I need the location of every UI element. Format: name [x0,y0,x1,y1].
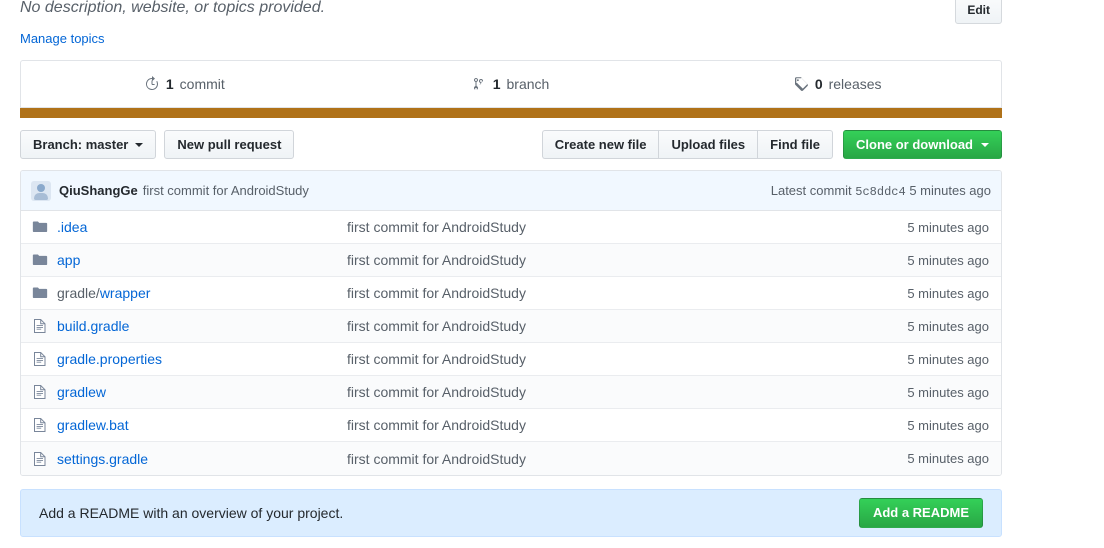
file-icon [31,318,49,334]
file-commit-age: 5 minutes ago [907,318,989,334]
file-name-link[interactable]: gradle/wrapper [57,285,347,301]
stat-releases-label: releases [828,76,882,92]
stat-branches-label: branch [506,76,550,92]
latest-commit-age: 5 minutes ago [909,182,991,198]
repository-page: No description, website, or topics provi… [0,0,1104,548]
file-commit-message[interactable]: first commit for AndroidStudy [347,351,907,367]
add-readme-button[interactable]: Add a README [858,498,983,528]
file-icon [31,351,49,367]
file-name-link[interactable]: app [57,252,347,268]
file-commit-age: 5 minutes ago [907,384,989,400]
clone-or-download-button[interactable]: Clone or download [843,130,1002,159]
toolbar-right-group: Create new file Upload files Find file C… [541,130,1002,159]
file-name-link[interactable]: gradlew [57,384,347,400]
file-commit-message[interactable]: first commit for AndroidStudy [347,285,907,301]
table-row: gradle/wrapper first commit for AndroidSt… [21,277,1001,310]
stat-branches[interactable]: 1 branch [348,61,675,107]
repository-toolbar: Branch: master New pull request Create n… [20,130,1002,159]
file-row-list: .idea first commit for AndroidStudy 5 minu… [21,211,1001,475]
latest-commit-header: QiuShangGe first commit for AndroidStudy… [21,171,1001,211]
edit-description-button[interactable]: Edit [955,0,1002,24]
language-bar [20,108,1002,118]
table-row: gradlew.bat first commit for AndroidStudy… [21,409,1001,442]
file-path-prefix: gradle/ [57,285,100,301]
file-name-link[interactable]: settings.gradle [57,451,347,467]
file-commit-age: 5 minutes ago [907,219,989,235]
commit-author-link[interactable]: QiuShangGe [59,183,138,198]
file-commit-message[interactable]: first commit for AndroidStudy [347,252,907,268]
table-row: app first commit for AndroidStudy 5 minute… [21,244,1001,277]
add-readme-banner: Add a README with an overview of your pr… [20,489,1002,537]
file-commit-age: 5 minutes ago [907,351,989,367]
latest-commit-meta: Latest commit 5c8ddc4 5 minutes ago [771,183,991,199]
find-file-button[interactable]: Find file [757,130,833,159]
branch-selector-label: Branch: master [33,137,129,152]
language-segment-java [20,108,1002,118]
file-commit-age: 5 minutes ago [907,252,989,268]
file-commit-message[interactable]: first commit for AndroidStudy [347,451,907,467]
file-icon [31,451,49,467]
table-row: settings.gradle first commit for AndroidS… [21,442,1001,475]
stat-commits[interactable]: 1 commit [21,61,348,107]
table-row: .idea first commit for AndroidStudy 5 minu… [21,211,1001,244]
file-commit-message[interactable]: first commit for AndroidStudy [347,318,907,334]
file-actions-group: Create new file Upload files Find file [541,130,833,159]
new-pull-request-button[interactable]: New pull request [164,130,295,159]
file-icon [31,417,49,433]
git-branch-icon [473,76,487,92]
file-name-link[interactable]: gradlew.bat [57,417,347,433]
commit-message-link[interactable]: first commit for AndroidStudy [143,183,309,198]
table-row: gradlew first commit for AndroidStudy 5 mi… [21,376,1001,409]
commit-sha-link[interactable]: 5c8ddc4 [855,185,905,199]
file-commit-message[interactable]: first commit for AndroidStudy [347,384,907,400]
stat-commits-count: 1 [165,76,174,92]
file-commit-age: 5 minutes ago [907,451,989,466]
stat-branches-count: 1 [492,76,501,92]
stat-releases[interactable]: 0 releases [674,61,1001,107]
latest-commit-prefix: Latest commit [770,182,852,198]
stat-commits-label: commit [179,76,225,92]
file-commit-age: 5 minutes ago [907,285,989,301]
file-commit-message[interactable]: first commit for AndroidStudy [347,219,907,235]
folder-icon [31,285,49,301]
manage-topics-link[interactable]: Manage topics [20,31,105,46]
history-icon [144,76,160,92]
repository-stats-wrap: 1 commit 1 branch 0 releases [20,60,1002,118]
upload-files-button[interactable]: Upload files [658,130,758,159]
tag-icon [794,76,809,92]
table-row: build.gradle first commit for AndroidStud… [21,310,1001,343]
branch-selector-button[interactable]: Branch: master [20,130,157,159]
folder-icon [31,252,49,268]
table-row: gradle.properties first commit for Androi… [21,343,1001,376]
stat-releases-count: 0 [814,76,823,92]
chevron-down-icon [135,142,144,147]
file-commit-message[interactable]: first commit for AndroidStudy [347,417,907,433]
file-name-link[interactable]: build.gradle [57,318,347,334]
file-name-link[interactable]: .idea [57,219,347,235]
file-commit-age: 5 minutes ago [907,417,989,433]
folder-icon [31,219,49,235]
avatar [31,180,51,201]
chevron-down-icon [981,142,989,147]
repository-description: No description, website, or topics provi… [20,0,326,16]
clone-or-download-label: Clone or download [856,137,973,152]
file-icon [31,384,49,400]
add-readme-text: Add a README with an overview of your pr… [39,505,344,521]
file-listing-box: QiuShangGe first commit for AndroidStudy… [20,170,1002,476]
file-name-link[interactable]: gradle.properties [57,351,347,367]
create-new-file-button[interactable]: Create new file [541,130,659,159]
repository-description-row: No description, website, or topics provi… [20,0,1002,24]
toolbar-left-group: Branch: master New pull request [20,130,295,159]
repository-stats-bar: 1 commit 1 branch 0 releases [20,60,1002,108]
